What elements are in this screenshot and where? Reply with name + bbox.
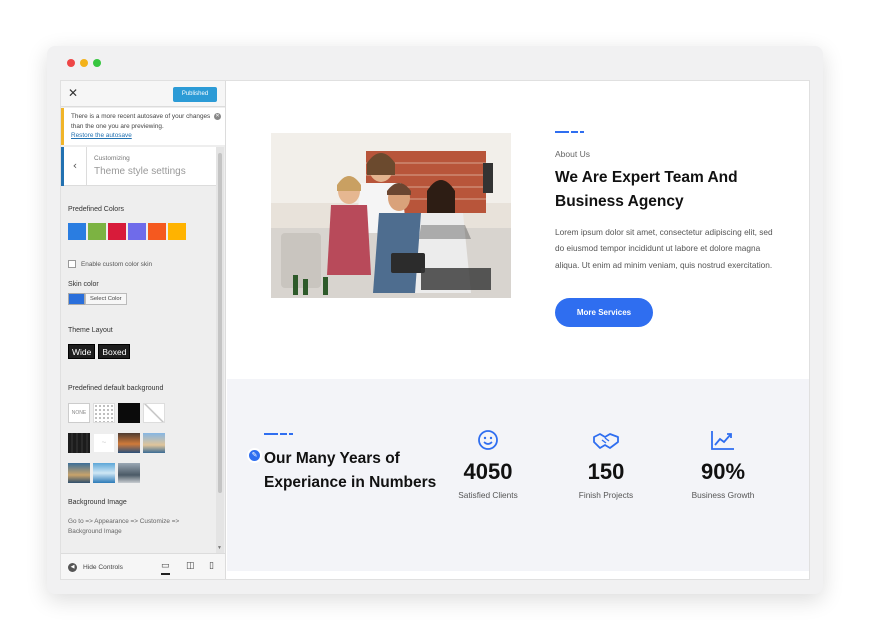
custom-skin-checkbox[interactable]: [68, 260, 76, 268]
background-photo-tile[interactable]: [118, 463, 140, 483]
color-swatch[interactable]: [108, 223, 126, 240]
sidebar-header: ✕ Published: [61, 81, 225, 107]
stat-value: 150: [587, 459, 625, 484]
stat-item: 90% Business Growth: [668, 429, 778, 500]
layout-boxed-button[interactable]: Boxed: [98, 344, 131, 359]
browser-window: ✕ Published There is a more recent autos…: [47, 46, 823, 594]
stat-label: Satisfied Clients: [458, 490, 518, 500]
background-image-label: Background Image: [68, 499, 127, 506]
more-services-button[interactable]: More Services: [555, 298, 653, 327]
close-icon[interactable]: ✕: [68, 86, 78, 100]
customizer-screen: ✕ Published There is a more recent autos…: [60, 80, 810, 580]
section-subtitle: Customizing: [94, 155, 130, 162]
notice-text: There is a more recent autosave of your …: [71, 113, 211, 130]
about-label: About Us: [555, 149, 590, 159]
theme-layout-options: Wide Boxed: [68, 344, 131, 359]
preview-scrollbar[interactable]: [809, 81, 810, 421]
layout-wide-button[interactable]: Wide: [68, 344, 96, 359]
team-photo: [271, 133, 511, 298]
trend-chart-icon: [668, 429, 778, 453]
custom-skin-row: Enable custom color skin: [68, 260, 152, 268]
stat-value: 90%: [700, 459, 746, 484]
stat-value: 4050: [463, 459, 513, 484]
scroll-down-icon[interactable]: ▼: [217, 545, 222, 551]
stat-label: Finish Projects: [578, 490, 634, 500]
background-sketch-tile[interactable]: ~: [93, 433, 115, 453]
about-title: We Are Expert Team And Business Agency: [555, 169, 738, 210]
color-swatch[interactable]: [168, 223, 186, 240]
color-swatch[interactable]: [88, 223, 106, 240]
stat-item: 150 Finish Projects: [551, 429, 661, 500]
color-swatch[interactable]: [128, 223, 146, 240]
stats-title: Our Many Years of Experiance in Numbers: [264, 450, 437, 491]
background-lines-tile[interactable]: [143, 403, 165, 423]
select-color-button[interactable]: Select Color: [85, 293, 127, 305]
autosave-notice: There is a more recent autosave of your …: [61, 108, 225, 145]
collapse-icon: ◀: [68, 563, 77, 572]
background-wood-tile[interactable]: [68, 433, 90, 453]
desktop-preview-icon[interactable]: ▭: [161, 561, 170, 575]
color-swatch[interactable]: [68, 223, 86, 240]
background-dots-tile[interactable]: [93, 403, 115, 423]
section-title: Theme style settings: [94, 166, 186, 177]
restore-autosave-link[interactable]: Restore the autosave: [71, 132, 132, 139]
sidebar-footer: ◀ Hide Controls ▭ ◫ ▯: [61, 553, 225, 579]
skin-color-picker: Select Color: [68, 293, 127, 305]
theme-layout-label: Theme Layout: [68, 327, 113, 334]
window-minimize-dot[interactable]: [80, 59, 88, 67]
skin-color-swatch[interactable]: [68, 293, 85, 305]
stats-accent-line: [264, 433, 293, 435]
section-header: ‹ Customizing Theme style settings: [61, 147, 216, 186]
about-accent-line: [555, 131, 584, 133]
mobile-preview-icon[interactable]: ▯: [209, 561, 214, 571]
background-photo-tile[interactable]: [118, 433, 140, 453]
background-image-help: Go to => Appearance => Customize => Back…: [68, 518, 180, 535]
chevron-left-icon: ‹: [72, 159, 78, 172]
custom-skin-label: Enable custom color skin: [81, 260, 153, 268]
predefined-colors-label: Predefined Colors: [68, 206, 125, 213]
dismiss-icon[interactable]: ✕: [214, 113, 221, 120]
sidebar-scroll-thumb[interactable]: [218, 153, 222, 493]
color-swatches: [68, 223, 186, 240]
publish-button[interactable]: Published: [173, 87, 217, 102]
background-photo-tile[interactable]: [143, 433, 165, 453]
color-swatch[interactable]: [148, 223, 166, 240]
background-none-tile[interactable]: NONE: [68, 403, 90, 423]
tablet-preview-icon[interactable]: ◫: [186, 561, 195, 571]
default-background-label: Predefined default background: [68, 385, 164, 392]
smile-icon: [433, 429, 543, 453]
back-button[interactable]: ‹: [61, 147, 87, 186]
stat-label: Business Growth: [691, 490, 755, 500]
edit-shortcut-icon[interactable]: ✎: [247, 448, 262, 463]
hide-controls-label: Hide Controls: [83, 564, 123, 571]
stat-item: 4050 Satisfied Clients: [433, 429, 543, 500]
stats-section: ✎ Our Many Years of Experiance in Number…: [227, 379, 809, 571]
hide-controls-button[interactable]: ◀ Hide Controls: [68, 563, 123, 572]
window-close-dot[interactable]: [67, 59, 75, 67]
about-text: Lorem ipsum dolor sit amet, consectetur …: [555, 227, 773, 270]
skin-color-label: Skin color: [68, 281, 99, 288]
window-maximize-dot[interactable]: [93, 59, 101, 67]
customizer-sidebar: ✕ Published There is a more recent autos…: [61, 81, 226, 579]
handshake-icon: [551, 429, 661, 453]
site-preview: About Us We Are Expert Team And Business…: [227, 81, 810, 579]
background-photo-tile[interactable]: [93, 463, 115, 483]
background-dark-tile[interactable]: [118, 403, 140, 423]
background-photo-tile[interactable]: [68, 463, 90, 483]
